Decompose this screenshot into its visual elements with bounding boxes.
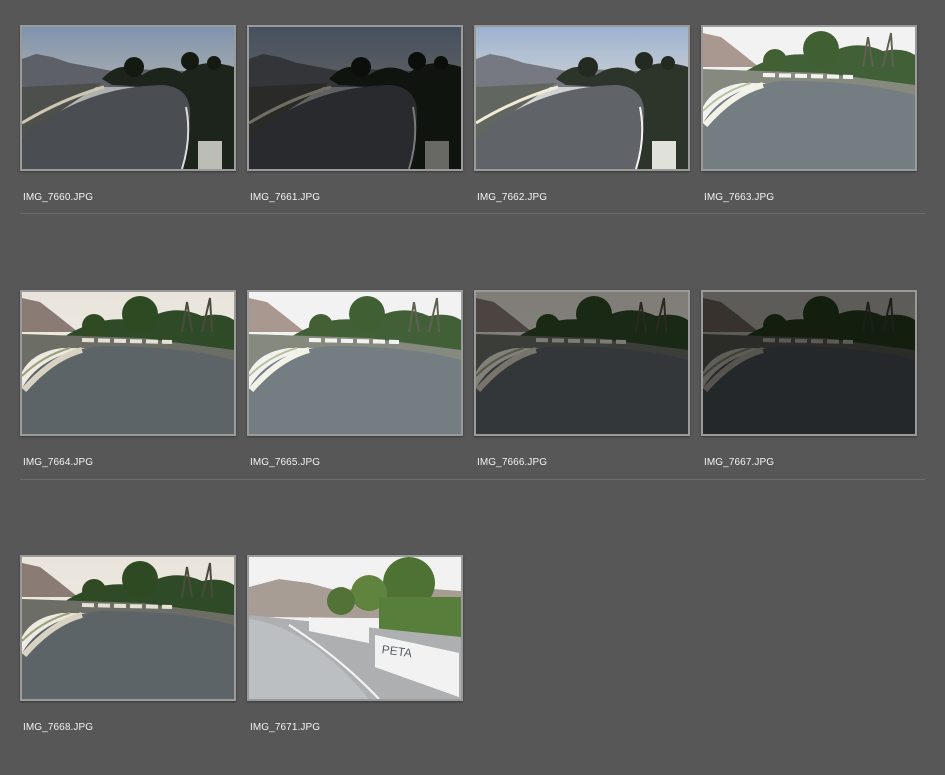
photo-thumbnail	[703, 27, 915, 169]
photo-thumbnail	[249, 292, 461, 434]
thumbnail-filename[interactable]: IMG_7667.JPG	[704, 457, 774, 468]
thumbnail-item[interactable]	[247, 25, 463, 171]
thumbnail-item[interactable]: PETA	[247, 555, 463, 701]
row-divider	[20, 479, 925, 480]
photo-thumbnail	[22, 557, 234, 699]
thumbnail-item[interactable]	[20, 25, 236, 171]
thumbnail-image[interactable]: PETA	[247, 555, 463, 701]
thumbnail-image[interactable]	[20, 290, 236, 436]
row-divider	[20, 213, 925, 214]
thumbnail-image[interactable]	[20, 25, 236, 171]
thumbnail-item[interactable]	[701, 290, 917, 436]
thumbnail-image[interactable]	[20, 555, 236, 701]
thumbnail-image[interactable]	[247, 25, 463, 171]
photo-thumbnail	[22, 27, 234, 169]
thumbnail-item[interactable]	[247, 290, 463, 436]
thumbnail-item[interactable]	[20, 555, 236, 701]
photo-thumbnail	[476, 292, 688, 434]
thumbnail-filename[interactable]: IMG_7665.JPG	[250, 457, 320, 468]
thumbnail-filename[interactable]: IMG_7663.JPG	[704, 192, 774, 203]
thumbnail-image[interactable]	[474, 290, 690, 436]
thumbnail-filename[interactable]: IMG_7664.JPG	[23, 457, 93, 468]
thumbnail-filename[interactable]: IMG_7668.JPG	[23, 722, 93, 733]
thumbnail-image[interactable]	[701, 290, 917, 436]
photo-thumbnail	[249, 27, 461, 169]
photo-thumbnail	[476, 27, 688, 169]
thumbnail-image[interactable]	[701, 25, 917, 171]
photo-thumbnail: PETA	[249, 557, 461, 699]
thumbnail-image[interactable]	[247, 290, 463, 436]
thumbnail-filename[interactable]: IMG_7671.JPG	[250, 722, 320, 733]
thumbnail-image[interactable]	[474, 25, 690, 171]
photo-thumbnail	[22, 292, 234, 434]
thumbnail-filename[interactable]: IMG_7660.JPG	[23, 192, 93, 203]
thumbnail-filename[interactable]: IMG_7662.JPG	[477, 192, 547, 203]
photo-thumbnail	[703, 292, 915, 434]
thumbnail-item[interactable]	[701, 25, 917, 171]
thumbnail-item[interactable]	[474, 25, 690, 171]
thumbnail-item[interactable]	[20, 290, 236, 436]
thumbnail-filename[interactable]: IMG_7666.JPG	[477, 457, 547, 468]
thumbnail-filename[interactable]: IMG_7661.JPG	[250, 192, 320, 203]
thumbnail-item[interactable]	[474, 290, 690, 436]
